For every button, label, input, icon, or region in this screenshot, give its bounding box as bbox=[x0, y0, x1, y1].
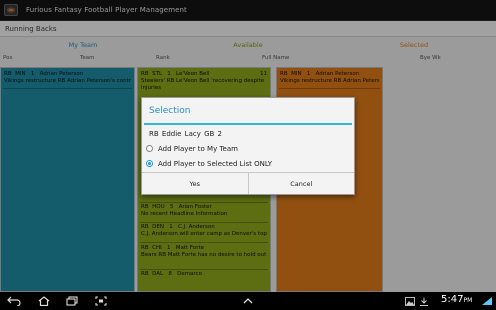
selection-dialog: Selection RB Eddie Lacy GB 2 Add Player … bbox=[141, 97, 355, 195]
dialog-button-bar: Yes Cancel bbox=[142, 172, 354, 194]
clock-ampm: PM bbox=[463, 297, 473, 304]
add-to-selected-list-label: Add Player to Selected List ONLY bbox=[158, 159, 273, 168]
recent-apps-icon[interactable] bbox=[64, 295, 80, 307]
screenshot-icon[interactable] bbox=[93, 295, 109, 307]
cancel-button[interactable]: Cancel bbox=[247, 173, 355, 194]
clock-time: 5:47 bbox=[441, 294, 464, 305]
radio-button-unchecked[interactable] bbox=[146, 145, 153, 152]
radio-dot bbox=[148, 162, 151, 165]
picture-icon bbox=[404, 295, 415, 307]
download-icon bbox=[418, 295, 429, 307]
system-nav-bar: 5:47PM bbox=[0, 292, 496, 310]
dialog-title: Selection bbox=[149, 106, 191, 116]
back-icon[interactable] bbox=[6, 295, 22, 307]
add-to-my-team-label: Add Player to My Team bbox=[158, 144, 238, 153]
add-to-my-team-option[interactable]: Add Player to My Team bbox=[142, 141, 354, 156]
radio-button-checked[interactable] bbox=[146, 160, 153, 167]
add-to-selected-list-option[interactable]: Add Player to Selected List ONLY bbox=[142, 156, 354, 171]
yes-button[interactable]: Yes bbox=[142, 173, 248, 194]
up-chevron-icon[interactable] bbox=[240, 295, 256, 307]
dialog-player-info: RB Eddie Lacy GB 2 bbox=[149, 130, 222, 138]
home-icon[interactable] bbox=[36, 295, 52, 307]
status-clock: 5:47PM bbox=[441, 294, 472, 305]
signal-icon bbox=[480, 295, 493, 307]
